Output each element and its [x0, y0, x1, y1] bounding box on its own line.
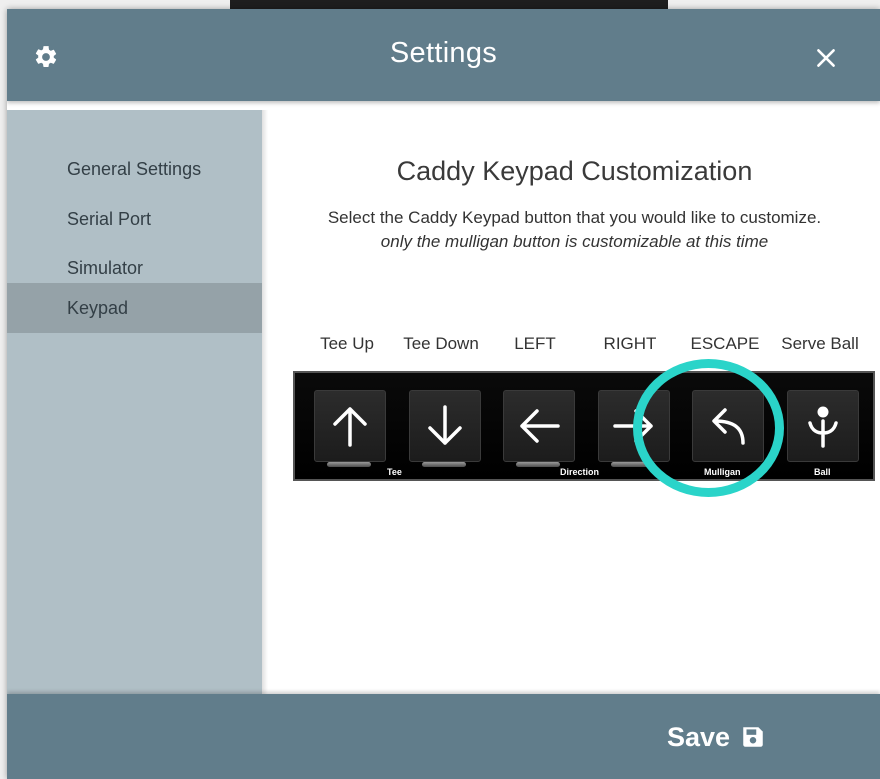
keypad-led	[327, 462, 371, 467]
dialog-title: Settings	[389, 37, 498, 69]
arrow-down-icon	[428, 405, 462, 445]
save-button[interactable]: Save	[667, 714, 766, 760]
keypad-button-right[interactable]	[598, 390, 670, 462]
key-label-serve-ball[interactable]: Serve Ball	[772, 334, 868, 354]
key-label-left[interactable]: LEFT	[487, 334, 583, 354]
floppy-disk-icon	[743, 727, 763, 747]
keypad-text-tee: Tee	[387, 467, 402, 477]
keypad-button-serve-ball[interactable]	[787, 390, 859, 462]
caddy-keypad: Tee Direction Mulligan Ball	[293, 371, 875, 481]
page-title: Caddy Keypad Customization	[396, 156, 753, 186]
arrow-left-icon	[520, 409, 560, 443]
arrow-right-icon	[613, 409, 653, 443]
keypad-button-tee-down[interactable]	[409, 390, 481, 462]
keypad-text-ball: Ball	[814, 467, 831, 477]
keypad-led	[611, 462, 655, 467]
mulligan-icon	[712, 408, 745, 445]
save-button-label: Save	[667, 721, 731, 752]
sidebar-item-serial-port[interactable]: Serial Port	[7, 194, 262, 244]
keypad-button-tee-up[interactable]	[314, 390, 386, 462]
sidebar-item-general-settings[interactable]: General Settings	[7, 144, 262, 194]
key-label-tee-up[interactable]: Tee Up	[299, 334, 395, 354]
arrow-up-icon	[333, 407, 367, 447]
instruction-text: Select the Caddy Keypad button that you …	[327, 208, 822, 227]
settings-sidebar: General Settings Serial Port Simulator K…	[7, 110, 262, 704]
sidebar-item-keypad[interactable]: Keypad	[7, 283, 262, 333]
dialog-header: Settings	[7, 9, 880, 101]
keypad-led	[422, 462, 466, 467]
settings-dialog: Settings General Settings Serial Port Si…	[7, 9, 880, 779]
keypad-text-direction: Direction	[560, 467, 600, 477]
serve-ball-icon	[808, 406, 838, 448]
close-icon[interactable]	[813, 45, 839, 71]
keypad-panel: Caddy Keypad Customization Select the Ca…	[269, 110, 880, 704]
key-label-right[interactable]: RIGHT	[582, 334, 678, 354]
dialog-footer: Save	[7, 694, 880, 779]
sidebar-shadow	[262, 110, 268, 704]
instruction-note: only the mulligan button is customizable…	[380, 232, 769, 251]
keypad-text-mulligan: Mulligan	[704, 467, 741, 477]
key-label-escape[interactable]: ESCAPE	[677, 334, 773, 354]
keypad-button-left[interactable]	[503, 390, 575, 462]
keypad-button-escape[interactable]	[692, 390, 764, 462]
key-label-tee-down[interactable]: Tee Down	[393, 334, 489, 354]
keypad-led	[516, 462, 560, 467]
